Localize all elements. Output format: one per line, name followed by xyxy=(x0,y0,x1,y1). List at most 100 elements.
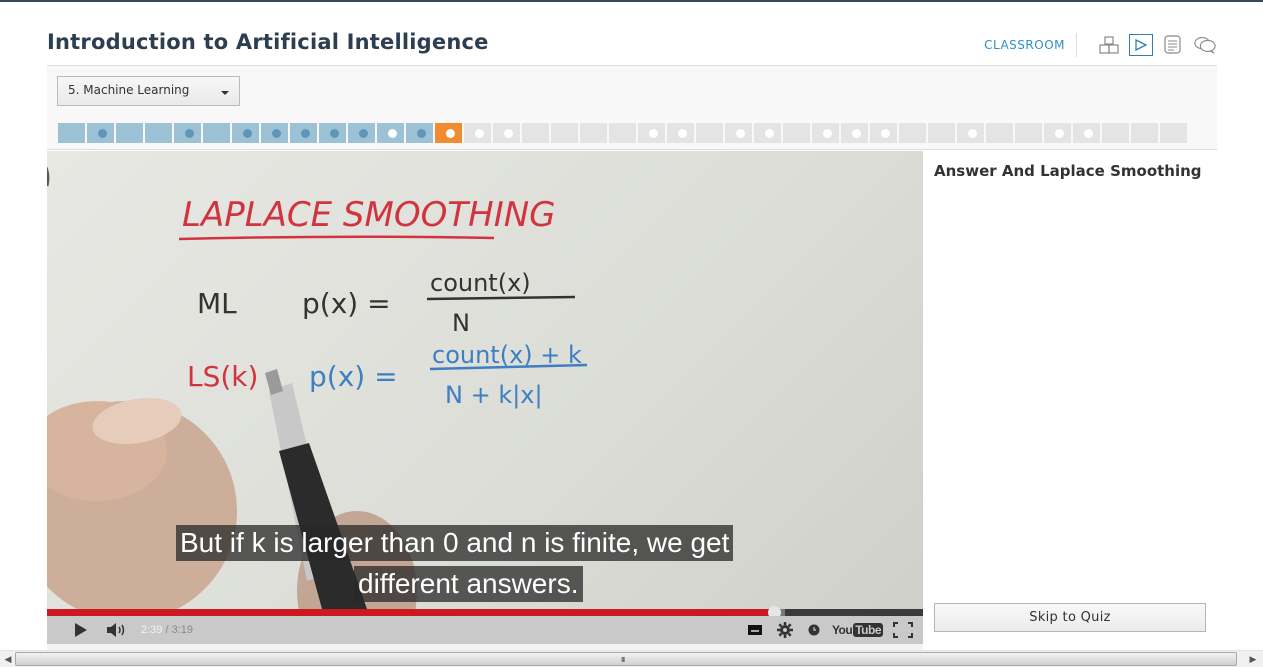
progress-segment-33[interactable] xyxy=(986,123,1013,143)
progress-segment-20[interactable] xyxy=(609,123,636,143)
quiz-marker-icon xyxy=(416,129,426,138)
classroom-link[interactable]: CLASSROOM xyxy=(984,33,1077,57)
progress-segment-28[interactable] xyxy=(841,123,868,143)
progress-segment-17[interactable] xyxy=(522,123,549,143)
progress-segment-5[interactable] xyxy=(174,123,201,143)
progress-segment-3[interactable] xyxy=(116,123,143,143)
quiz-marker-icon xyxy=(445,129,455,138)
progress-segment-9[interactable] xyxy=(290,123,317,143)
chevron-down-icon xyxy=(221,91,229,95)
horizontal-scrollbar[interactable]: ◀ III ▶ xyxy=(0,650,1263,667)
progress-segment-13[interactable] xyxy=(406,123,433,143)
time-separator: / xyxy=(162,624,172,636)
quiz-marker-icon xyxy=(474,129,484,138)
fullscreen-icon[interactable] xyxy=(883,616,923,644)
page-title: Introduction to Artificial Intelligence xyxy=(47,30,489,54)
current-time: 2:39 xyxy=(141,624,163,636)
progress-segment-16[interactable] xyxy=(493,123,520,143)
progress-segment-7[interactable] xyxy=(232,123,259,143)
whiteboard-ml-denominator: N xyxy=(452,309,470,337)
gear-icon[interactable] xyxy=(770,616,800,644)
whiteboard-ml-label: ML xyxy=(197,287,237,320)
scroll-right-icon[interactable]: ▶ xyxy=(1247,654,1259,666)
quiz-marker-icon xyxy=(329,129,339,138)
progress-segment-11[interactable] xyxy=(348,123,375,143)
progress-segment-22[interactable] xyxy=(667,123,694,143)
quiz-marker-icon xyxy=(1054,129,1064,138)
scrollbar-thumb[interactable]: III xyxy=(15,652,1237,666)
lesson-dropdown[interactable]: 5. Machine Learning xyxy=(57,76,240,106)
quiz-marker-icon xyxy=(648,129,658,138)
video-player[interactable]: LAPLACE SMOOTHING ML p(x) = count(x) N L… xyxy=(47,151,923,644)
scroll-left-icon[interactable]: ◀ xyxy=(2,654,14,666)
whiteboard-ls-label: LS(k) xyxy=(187,360,258,393)
progress-segment-8[interactable] xyxy=(261,123,288,143)
progress-segment-24[interactable] xyxy=(725,123,752,143)
quiz-marker-icon xyxy=(851,129,861,138)
progress-segment-15[interactable] xyxy=(464,123,491,143)
top-border xyxy=(0,0,1263,2)
progress-segment-4[interactable] xyxy=(145,123,172,143)
progress-segment-30[interactable] xyxy=(899,123,926,143)
progress-segment-21[interactable] xyxy=(638,123,665,143)
clock-icon[interactable] xyxy=(800,616,828,644)
subtitle-line-2: different answers. xyxy=(354,566,583,602)
duration: 3:19 xyxy=(171,624,194,636)
quiz-marker-icon xyxy=(677,129,687,138)
course-map-icon[interactable] xyxy=(1097,34,1121,56)
progress-segment-34[interactable] xyxy=(1015,123,1042,143)
skip-to-quiz-button[interactable]: Skip to Quiz xyxy=(934,603,1206,632)
progress-segment-12[interactable] xyxy=(377,123,404,143)
quiz-marker-icon xyxy=(822,129,832,138)
progress-segment-19[interactable] xyxy=(580,123,607,143)
youtube-logo[interactable]: You Tube xyxy=(832,616,883,644)
video-seek-bar[interactable] xyxy=(47,606,923,619)
quiz-marker-icon xyxy=(184,129,194,138)
quiz-marker-icon xyxy=(967,129,977,138)
whiteboard-ls-lhs: p(x) = xyxy=(309,360,398,393)
quiz-marker-icon xyxy=(358,129,368,138)
discussion-icon[interactable] xyxy=(1193,34,1217,56)
progress-segment-36[interactable] xyxy=(1073,123,1100,143)
whiteboard-ls-denominator: N + k|x| xyxy=(445,381,543,409)
lesson-progress-bar xyxy=(58,123,1189,143)
progress-segment-29[interactable] xyxy=(870,123,897,143)
whiteboard-title: LAPLACE SMOOTHING xyxy=(182,195,556,235)
video-time: 2:39 / 3:19 xyxy=(141,624,193,636)
progress-segment-14[interactable] xyxy=(435,123,462,143)
quiz-marker-icon xyxy=(1083,129,1093,138)
progress-segment-10[interactable] xyxy=(319,123,346,143)
youtube-logo-you: You xyxy=(831,623,853,637)
progress-segment-37[interactable] xyxy=(1102,123,1129,143)
progress-segment-27[interactable] xyxy=(812,123,839,143)
progress-segment-6[interactable] xyxy=(203,123,230,143)
volume-icon[interactable] xyxy=(103,616,131,644)
youtube-logo-tube: Tube xyxy=(853,623,883,637)
progress-segment-32[interactable] xyxy=(957,123,984,143)
scrollbar-grip: III xyxy=(621,656,625,664)
quiz-marker-icon xyxy=(764,129,774,138)
progress-segment-2[interactable] xyxy=(87,123,114,143)
video-icon[interactable] xyxy=(1129,34,1153,56)
notes-icon[interactable] xyxy=(1161,34,1185,56)
captions-icon[interactable] xyxy=(740,616,770,644)
whiteboard-ml-numerator: count(x) xyxy=(430,269,531,297)
progress-segment-26[interactable] xyxy=(783,123,810,143)
progress-segment-18[interactable] xyxy=(551,123,578,143)
seek-played xyxy=(47,609,774,616)
quiz-marker-icon xyxy=(271,129,281,138)
play-icon[interactable] xyxy=(59,616,103,644)
progress-segment-25[interactable] xyxy=(754,123,781,143)
progress-segment-35[interactable] xyxy=(1044,123,1071,143)
quiz-marker-icon xyxy=(880,129,890,138)
view-navigation: CLASSROOM xyxy=(984,33,1217,57)
progress-segment-1[interactable] xyxy=(58,123,85,143)
subtitle-line-1: But if k is larger than 0 and n is finit… xyxy=(176,525,734,561)
progress-segment-39[interactable] xyxy=(1160,123,1187,143)
video-controls: 2:39 / 3:19 You Tube xyxy=(47,616,923,644)
quiz-marker-icon xyxy=(242,129,252,138)
progress-segment-23[interactable] xyxy=(696,123,723,143)
whiteboard-ml-lhs: p(x) = xyxy=(302,287,391,320)
progress-segment-38[interactable] xyxy=(1131,123,1158,143)
progress-segment-31[interactable] xyxy=(928,123,955,143)
